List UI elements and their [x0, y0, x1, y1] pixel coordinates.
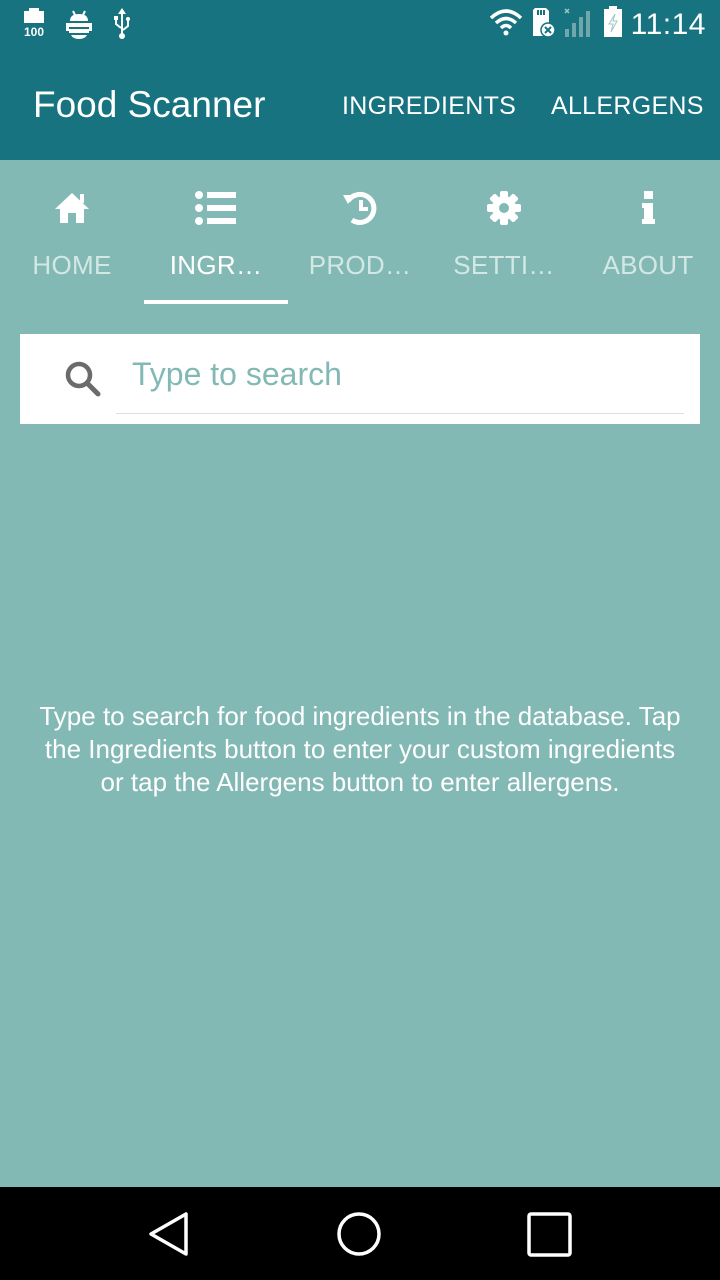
android-debug-icon — [66, 9, 92, 44]
recents-square-icon — [527, 1212, 572, 1257]
ingredients-action-button[interactable]: INGREDIENTS — [342, 92, 516, 121]
back-button[interactable] — [148, 1211, 192, 1262]
home-nav-button[interactable] — [336, 1211, 382, 1262]
home-icon — [0, 188, 144, 228]
app-bar: Food Scanner INGREDIENTS ALLERGENS — [0, 50, 720, 160]
sd-card-error-icon — [531, 6, 556, 43]
back-triangle-icon — [149, 1212, 188, 1256]
usb-icon — [112, 8, 132, 45]
history-icon — [288, 188, 432, 228]
tab-label: INGR… — [169, 250, 263, 280]
tab-label: ABOUT — [602, 250, 694, 280]
gear-icon — [432, 188, 576, 228]
empty-state-hint: Type to search for food ingredients in t… — [39, 701, 681, 797]
home-circle-icon — [337, 1212, 381, 1256]
tab-bar: HOME INGR… PROD… SETTI… ABOUT — [0, 160, 720, 306]
status-time: 11:14 — [630, 7, 706, 41]
tab-about[interactable]: ABOUT — [576, 160, 720, 306]
status-bar: 100 11:14 — [0, 0, 720, 50]
list-icon — [144, 188, 288, 228]
tab-label: SETTI… — [453, 250, 555, 280]
search-underline — [116, 413, 684, 414]
tab-settings[interactable]: SETTI… — [432, 160, 576, 306]
tab-label: PROD… — [308, 250, 412, 280]
tab-label: HOME — [32, 250, 112, 280]
app-title: Food Scanner — [33, 84, 266, 125]
battery-100-icon: 100 — [22, 8, 46, 45]
allergens-action-button[interactable]: ALLERGENS — [551, 92, 704, 121]
tab-home[interactable]: HOME — [0, 160, 144, 306]
active-tab-indicator — [144, 300, 288, 304]
signal-no-service-icon — [563, 7, 595, 42]
wifi-icon — [489, 8, 523, 41]
info-icon — [576, 188, 720, 228]
tab-products[interactable]: PROD… — [288, 160, 432, 306]
search-input[interactable] — [132, 352, 672, 396]
search-icon[interactable] — [64, 360, 102, 403]
search-box — [20, 334, 700, 424]
system-nav-bar — [0, 1187, 720, 1280]
tab-ingredients[interactable]: INGR… — [144, 160, 288, 306]
recents-button[interactable] — [526, 1211, 574, 1262]
battery-charging-icon — [603, 6, 623, 43]
svg-text:100: 100 — [24, 25, 44, 39]
